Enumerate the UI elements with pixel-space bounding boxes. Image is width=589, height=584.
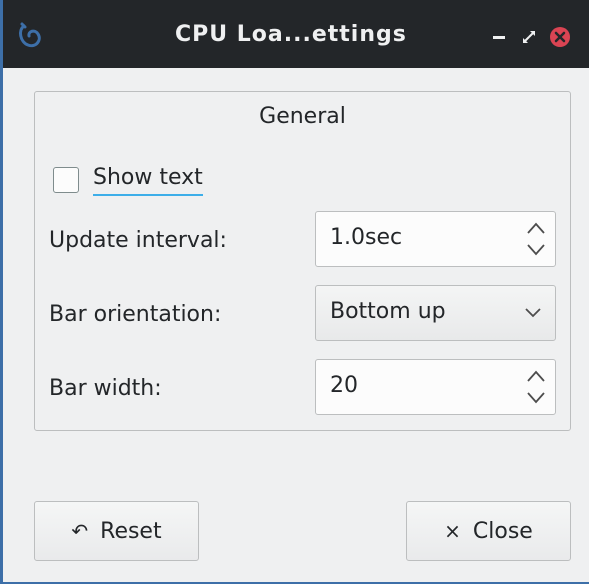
update-interval-spinbox[interactable]: 1.0sec — [315, 211, 556, 267]
window-close-button[interactable] — [549, 26, 571, 48]
chevron-down-icon[interactable] — [525, 390, 547, 406]
update-interval-spin-arrows[interactable] — [525, 220, 547, 258]
update-interval-label: Update interval: — [49, 228, 227, 253]
minimize-button[interactable] — [488, 26, 510, 48]
bar-width-spin-arrows[interactable] — [525, 368, 547, 406]
bar-width-spinbox[interactable]: 20 — [315, 359, 556, 415]
chevron-up-icon[interactable] — [525, 368, 547, 384]
title-bar: CPU Loa...ettings — [3, 0, 589, 68]
reset-button-label: Reset — [100, 518, 162, 544]
show-text-label[interactable]: Show text — [93, 165, 203, 196]
group-title: General — [259, 104, 346, 129]
close-button[interactable]: × Close — [406, 501, 571, 561]
x-icon: × — [444, 519, 461, 543]
show-text-checkbox-row[interactable]: Show text — [53, 162, 203, 198]
show-text-checkbox[interactable] — [53, 167, 79, 193]
general-groupbox: General Show text Update interval: 1.0se… — [34, 91, 571, 431]
bar-orientation-combobox[interactable]: Bottom up — [315, 285, 556, 341]
close-icon — [550, 27, 570, 47]
update-interval-value[interactable]: 1.0sec — [330, 225, 402, 250]
bar-width-value[interactable]: 20 — [330, 373, 358, 398]
maximize-icon — [523, 31, 535, 43]
app-swirl-icon — [19, 22, 41, 48]
maximize-button[interactable] — [518, 26, 540, 48]
chevron-down-icon — [525, 308, 541, 318]
chevron-down-icon[interactable] — [525, 242, 547, 258]
bar-orientation-label: Bar orientation: — [49, 302, 222, 327]
window-title: CPU Loa...ettings — [175, 22, 407, 47]
settings-window: CPU Loa...ettings General Show text Upda… — [0, 0, 589, 584]
minimize-icon — [493, 36, 505, 39]
close-button-label: Close — [472, 518, 533, 544]
bar-width-label: Bar width: — [49, 376, 162, 401]
bar-orientation-value[interactable]: Bottom up — [330, 299, 446, 324]
reset-button[interactable]: ↶ Reset — [34, 501, 199, 561]
undo-icon: ↶ — [71, 519, 89, 543]
chevron-up-icon[interactable] — [525, 220, 547, 236]
